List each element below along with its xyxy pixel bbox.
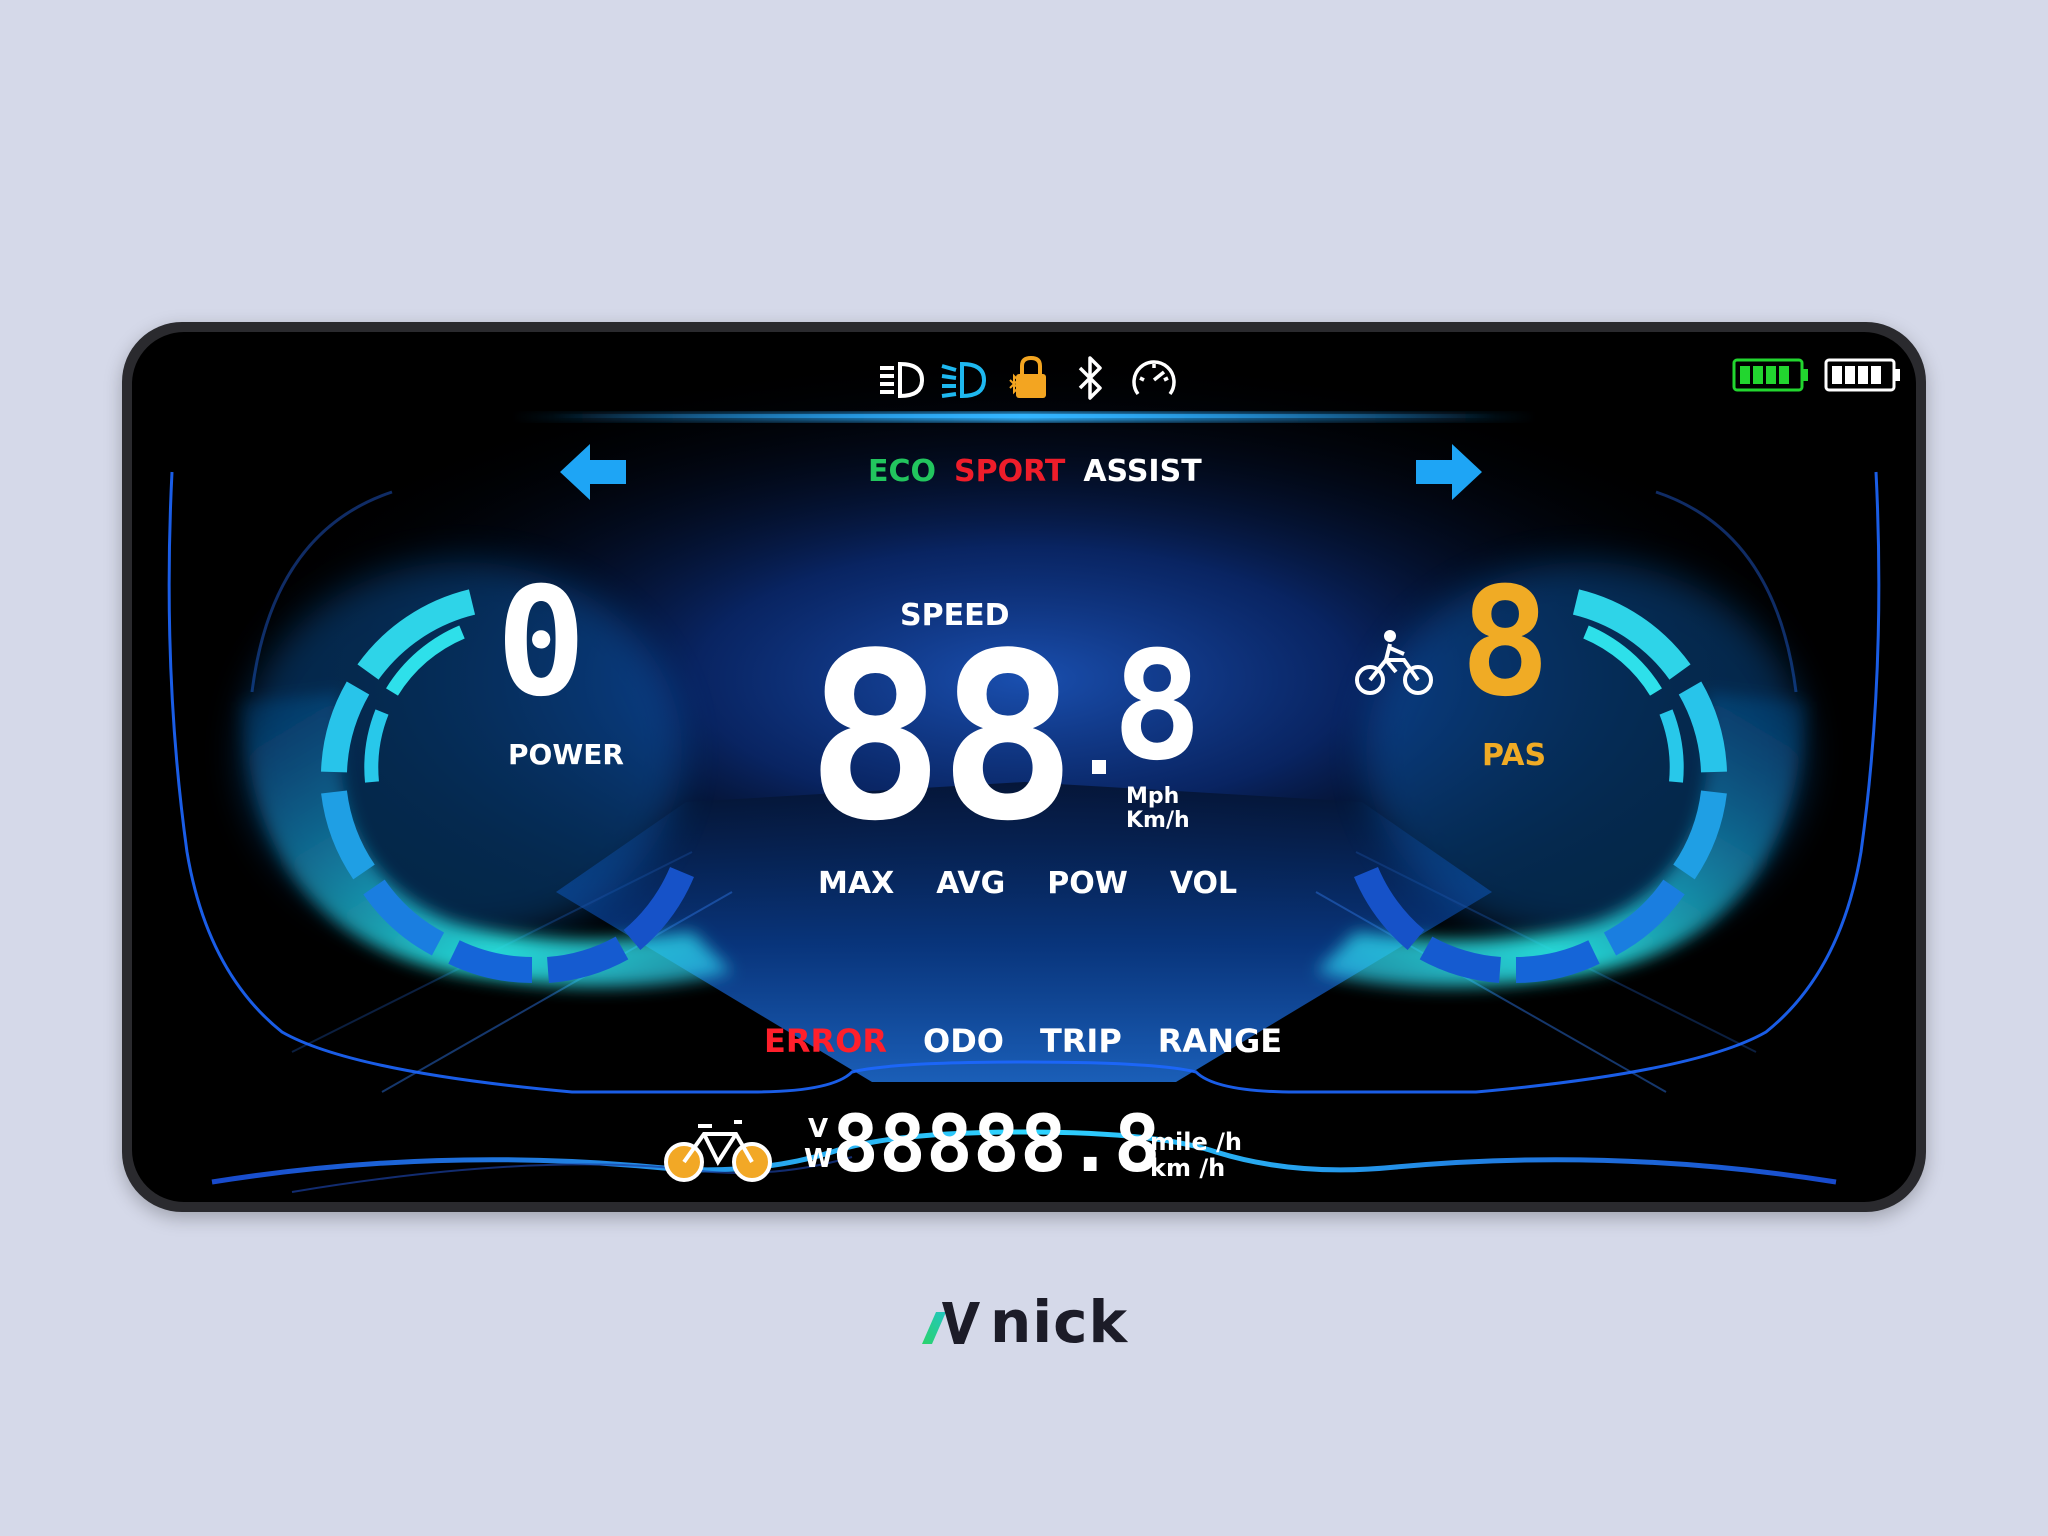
odometer-unit-v: V	[808, 1114, 829, 1144]
power-label: POWER	[508, 738, 624, 771]
pas-value: 8	[1460, 556, 1551, 730]
menu-trip[interactable]: TRIP	[1040, 1022, 1122, 1060]
odometer-value: 88888.8	[832, 1100, 1161, 1190]
odometer-unit-mile: mile /h	[1150, 1128, 1242, 1156]
speed-value: 88	[806, 605, 1077, 872]
speed-decimal-point	[1092, 760, 1106, 774]
menu-range[interactable]: RANGE	[1158, 1022, 1282, 1060]
stat-vol[interactable]: VOL	[1170, 866, 1237, 901]
stat-avg[interactable]: AVG	[936, 866, 1005, 901]
menu-error[interactable]: ERROR	[764, 1022, 887, 1060]
speed-unit-mph: Mph	[1126, 784, 1180, 809]
speed-unit-kmh: Km/h	[1126, 808, 1190, 833]
mode-selector: ECO SPORT ASSIST	[868, 454, 1202, 489]
mode-sport[interactable]: SPORT	[954, 454, 1065, 489]
dashboard-device: ECO SPORT ASSIST 0 POWER 8 PAS SPEED 88 …	[122, 322, 1926, 1212]
odometer-unit-w: W	[804, 1144, 833, 1174]
battery-icon-green	[1732, 358, 1808, 392]
battery-icon-white	[1824, 358, 1900, 392]
info-menu: ERROR ODO TRIP RANGE	[764, 1022, 1282, 1060]
power-value: 0	[496, 556, 587, 730]
brand-name: nick	[990, 1288, 1129, 1356]
brand-logo-icon	[922, 1302, 980, 1344]
mode-assist[interactable]: ASSIST	[1083, 454, 1201, 489]
stat-pow[interactable]: POW	[1047, 866, 1128, 901]
stat-max[interactable]: MAX	[818, 866, 894, 901]
stats-row: MAX AVG POW VOL	[818, 866, 1237, 901]
menu-odo[interactable]: ODO	[923, 1022, 1004, 1060]
display-screen: ECO SPORT ASSIST 0 POWER 8 PAS SPEED 88 …	[132, 332, 1916, 1202]
speed-decimal: 8	[1112, 620, 1203, 794]
pas-label: PAS	[1482, 738, 1547, 773]
mode-eco[interactable]: ECO	[868, 454, 936, 489]
odometer-unit-km: km /h	[1150, 1154, 1226, 1182]
